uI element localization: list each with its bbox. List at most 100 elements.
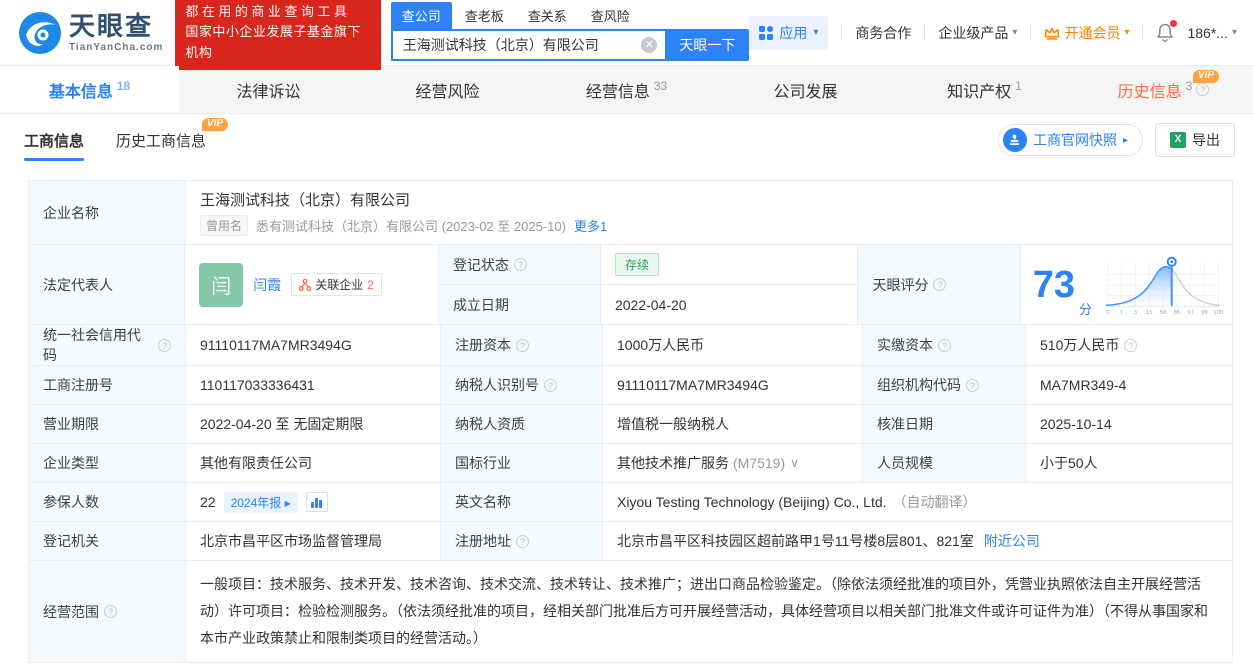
taxpayer-id-label: 纳税人识别号 [455, 377, 539, 393]
chevron-down-icon: ▾ [1231, 27, 1237, 38]
reg-authority-label: 登记机关 [29, 522, 186, 560]
taxpayer-id-value: 91110117MA7MR3494G [603, 366, 863, 404]
vip-badge: VIP [201, 118, 229, 131]
avatar[interactable]: 闫 [199, 262, 244, 307]
search-row: ✕ 天眼一下 [390, 28, 750, 61]
approval-date-value: 2025-10-14 [1040, 416, 1112, 432]
search-tab-company[interactable]: 查公司 [390, 1, 452, 29]
subtab-business-info[interactable]: 工商信息 [24, 114, 85, 166]
reg-address-value: 北京市昌平区科技园区超前路甲1号11号楼8层801、821室 [617, 533, 974, 549]
svg-text:15: 15 [1146, 310, 1152, 316]
user-account-menu[interactable]: 186*... ▾ [1187, 25, 1237, 41]
tab-label: 法律诉讼 [236, 83, 301, 101]
help-icon[interactable]: ? [516, 534, 529, 548]
search-tab-boss[interactable]: 查老板 [454, 2, 515, 29]
apps-menu[interactable]: 应用 ▾ [749, 15, 829, 50]
subtab-history-business-info[interactable]: 历史工商信息 VIP [116, 114, 229, 166]
related-companies-badge[interactable]: 关联企业 2 [291, 273, 382, 296]
tab-label: 经营风险 [415, 83, 480, 101]
notifications-bell-icon[interactable] [1156, 20, 1178, 42]
reg-capital-value: 1000万人民币 [603, 325, 863, 365]
open-membership-menu[interactable]: 开通会员 ▾ [1044, 23, 1129, 43]
clear-search-icon[interactable]: ✕ [641, 36, 658, 53]
business-term-value: 2022-04-20 至 无固定期限 [186, 405, 441, 443]
tab-legal-proceedings[interactable]: 法律诉讼 [179, 66, 358, 113]
more-former-names-link[interactable]: 更多1 [574, 216, 607, 235]
chevron-down-icon[interactable]: ∨ [790, 456, 799, 470]
tab-history-info[interactable]: VIP 历史信息 3 ? [1074, 66, 1253, 113]
business-cooperation-link[interactable]: 商务合作 [855, 23, 911, 43]
notification-dot [1170, 20, 1178, 27]
snapshot-label: 工商官网快照 [1032, 132, 1117, 148]
vip-badge: VIP [1192, 70, 1219, 83]
brand-domain: TianYanCha.com [69, 41, 164, 53]
network-icon [299, 278, 312, 291]
help-icon[interactable]: ? [544, 378, 557, 392]
score-unit: 分 [1078, 302, 1092, 317]
annual-report-badge[interactable]: 2024年报 ▸ [223, 491, 298, 513]
reg-status-value-cell: 存续 [601, 245, 858, 284]
help-icon[interactable]: ? [104, 605, 117, 618]
company-type-label: 企业类型 [29, 444, 186, 482]
svg-text:100: 100 [1213, 310, 1223, 316]
help-icon[interactable]: ? [1124, 338, 1138, 352]
table-row: 登记机关 北京市昌平区市场监督管理局 注册地址 ? 北京市昌平区科技园区超前路甲… [29, 522, 1232, 561]
stamp-icon [1002, 128, 1027, 152]
search-button[interactable]: 天眼一下 [665, 28, 750, 61]
search-tabs: 查公司 查老板 查关系 查风险 [390, 1, 750, 29]
tab-operation-risk[interactable]: 经营风险 [358, 66, 537, 113]
help-icon[interactable]: ? [966, 378, 979, 392]
search-tab-relation[interactable]: 查关系 [517, 2, 578, 29]
insured-trend-chart-icon[interactable] [305, 492, 328, 512]
company-type-value: 其他有限责任公司 [186, 444, 441, 482]
tab-label: 公司发展 [773, 83, 838, 101]
tab-basic-info[interactable]: 基本信息 18 [0, 66, 179, 113]
tab-operation-info[interactable]: 经营信息 33 [537, 66, 716, 113]
english-name-cell: Xiyou Testing Technology (Beijing) Co., … [603, 483, 1232, 521]
help-icon[interactable]: ? [513, 258, 527, 271]
brand-name: 天眼查 [69, 10, 154, 41]
paid-capital-value-cell: 510万人民币 ? [1026, 325, 1232, 365]
est-date-label: 成立日期 [438, 285, 601, 324]
tab-intellectual-property[interactable]: 知识产权 1 [895, 66, 1074, 113]
business-term-label: 营业期限 [29, 405, 186, 443]
reg-capital-label-cell: 注册资本 ? [441, 325, 603, 365]
reg-status-row: 登记状态 ? 存续 [438, 245, 858, 285]
svg-text:50: 50 [1160, 310, 1166, 316]
help-icon[interactable]: ? [158, 338, 171, 352]
export-button[interactable]: X 导出 [1155, 123, 1235, 157]
divider [841, 25, 843, 40]
help-icon[interactable]: ? [516, 338, 529, 352]
former-name-badge: 曾用名 [200, 215, 249, 236]
arrow-right-icon: ▸ [1122, 134, 1128, 146]
svg-text:1: 1 [1120, 310, 1123, 316]
subtab-label: 历史工商信息 [116, 132, 207, 150]
svg-text:85: 85 [1174, 310, 1180, 316]
score-label-cell: 天眼评分 ? [858, 245, 1021, 324]
svg-text:99: 99 [1201, 310, 1207, 316]
tab-company-development[interactable]: 公司发展 [716, 66, 895, 113]
reg-address-cell: 北京市昌平区科技园区超前路甲1号11号楼8层801、821室 附近公司 [603, 522, 1232, 560]
nearby-companies-link[interactable]: 附近公司 [984, 531, 1040, 551]
search-tab-risk[interactable]: 查风险 [580, 2, 641, 29]
est-date-row: 成立日期 2022-04-20 [438, 285, 858, 324]
search-input[interactable] [390, 28, 666, 61]
industry-value: 其他技术推广服务 [617, 455, 729, 471]
official-snapshot-button[interactable]: 工商官网快照 ▸ [997, 124, 1143, 156]
business-scope-label: 经营范围 [43, 603, 99, 620]
tab-label: 知识产权 [947, 83, 1012, 101]
score-cell[interactable]: 73 分 0 1 3 15 50 85 97 99 100 [1021, 245, 1232, 324]
tianyancha-logo[interactable]: 天眼查 TianYanCha.com [18, 11, 163, 55]
reg-status-label: 登记状态 [452, 256, 509, 273]
table-row: 企业名称 王海测试科技（北京）有限公司 曾用名 悉有测试科技（北京）有限公司 (… [29, 181, 1232, 245]
enterprise-products-menu[interactable]: 企业级产品 ▾ [938, 23, 1017, 43]
legal-rep-name-link[interactable]: 闫霞 [253, 275, 281, 295]
company-name: 王海测试科技（北京）有限公司 [200, 192, 411, 209]
est-date-value: 2022-04-20 [614, 296, 687, 313]
help-icon[interactable]: ? [933, 278, 947, 291]
taxpayer-id-label-cell: 纳税人识别号 ? [441, 366, 603, 404]
help-icon[interactable]: ? [938, 338, 951, 352]
help-icon[interactable]: ? [1196, 83, 1210, 96]
reg-status-label-cell: 登记状态 ? [438, 245, 601, 284]
uscc-label: 统一社会信用代码 [43, 327, 141, 363]
